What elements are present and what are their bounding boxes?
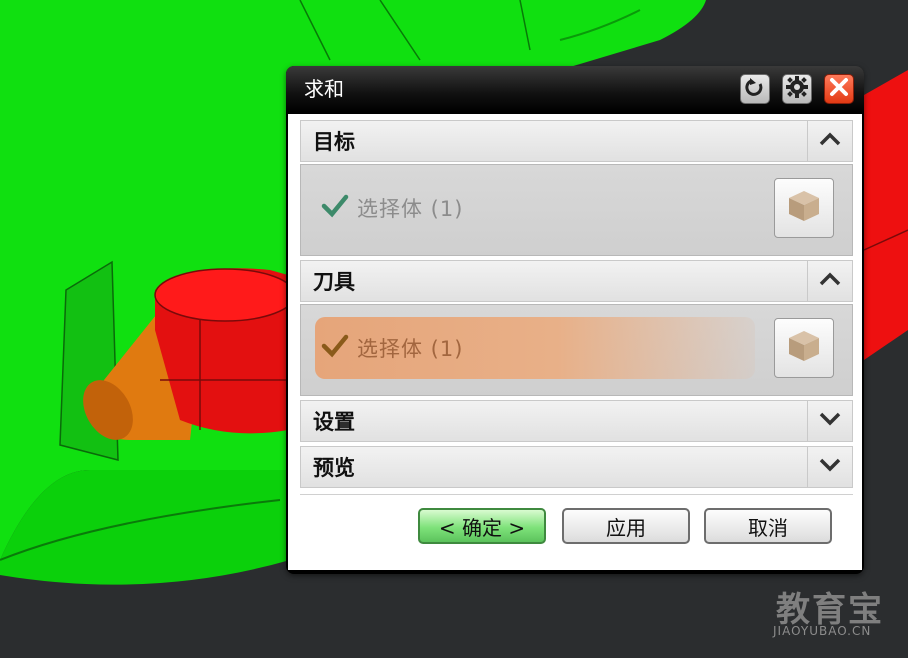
select-target-label: 选择体 (1) bbox=[357, 197, 464, 221]
dialog-button-row: < 确定 > 应用 取消 bbox=[288, 508, 862, 548]
select-target-body-row[interactable]: 选择体 (1) bbox=[315, 177, 755, 239]
button-divider bbox=[300, 494, 853, 495]
section-preview-label: 预览 bbox=[313, 456, 355, 480]
expand-preview-button[interactable] bbox=[807, 447, 852, 487]
dialog-titlebar[interactable]: 求和 bbox=[286, 66, 864, 112]
section-target-label: 目标 bbox=[313, 130, 355, 154]
expand-settings-button[interactable] bbox=[807, 401, 852, 441]
reset-button[interactable] bbox=[740, 74, 770, 104]
section-tool-content: 选择体 (1) bbox=[300, 304, 853, 396]
close-button[interactable] bbox=[824, 74, 854, 104]
select-target-solid-button[interactable] bbox=[774, 178, 834, 238]
solid-body-icon bbox=[786, 328, 822, 368]
settings-button[interactable] bbox=[782, 74, 812, 104]
select-tool-label: 选择体 (1) bbox=[357, 337, 464, 361]
section-settings-label: 设置 bbox=[313, 410, 355, 434]
section-target-content: 选择体 (1) bbox=[300, 164, 853, 256]
select-tool-solid-button[interactable] bbox=[774, 318, 834, 378]
check-icon bbox=[315, 194, 349, 222]
check-icon bbox=[315, 334, 349, 362]
section-target-header[interactable]: 目标 bbox=[300, 120, 853, 162]
chevron-up-icon bbox=[818, 131, 842, 151]
chevron-down-icon bbox=[818, 411, 842, 431]
section-tool-label: 刀具 bbox=[313, 270, 355, 294]
reset-icon bbox=[745, 77, 765, 101]
section-settings-header[interactable]: 设置 bbox=[300, 400, 853, 442]
apply-button[interactable]: 应用 bbox=[562, 508, 690, 544]
watermark-url: JIAOYUBAO.CN bbox=[773, 624, 872, 638]
sum-dialog: 求和 目标 选择体 (1) 刀具 选择体 (1) 设置 预览 < 确定 > 应用… bbox=[286, 66, 864, 574]
dialog-body: 目标 选择体 (1) 刀具 选择体 (1) 设置 预览 < 确定 > 应用 取消 bbox=[288, 114, 862, 570]
chevron-down-icon bbox=[818, 457, 842, 477]
section-preview-header[interactable]: 预览 bbox=[300, 446, 853, 488]
collapse-tool-button[interactable] bbox=[807, 261, 852, 301]
chevron-up-icon bbox=[818, 271, 842, 291]
gear-icon bbox=[786, 76, 808, 102]
dialog-title: 求和 bbox=[304, 77, 344, 101]
ok-button[interactable]: < 确定 > bbox=[418, 508, 546, 544]
section-tool-header[interactable]: 刀具 bbox=[300, 260, 853, 302]
close-icon bbox=[829, 77, 849, 101]
cancel-button[interactable]: 取消 bbox=[704, 508, 832, 544]
select-tool-body-row[interactable]: 选择体 (1) bbox=[315, 317, 755, 379]
collapse-target-button[interactable] bbox=[807, 121, 852, 161]
solid-body-icon bbox=[786, 188, 822, 228]
